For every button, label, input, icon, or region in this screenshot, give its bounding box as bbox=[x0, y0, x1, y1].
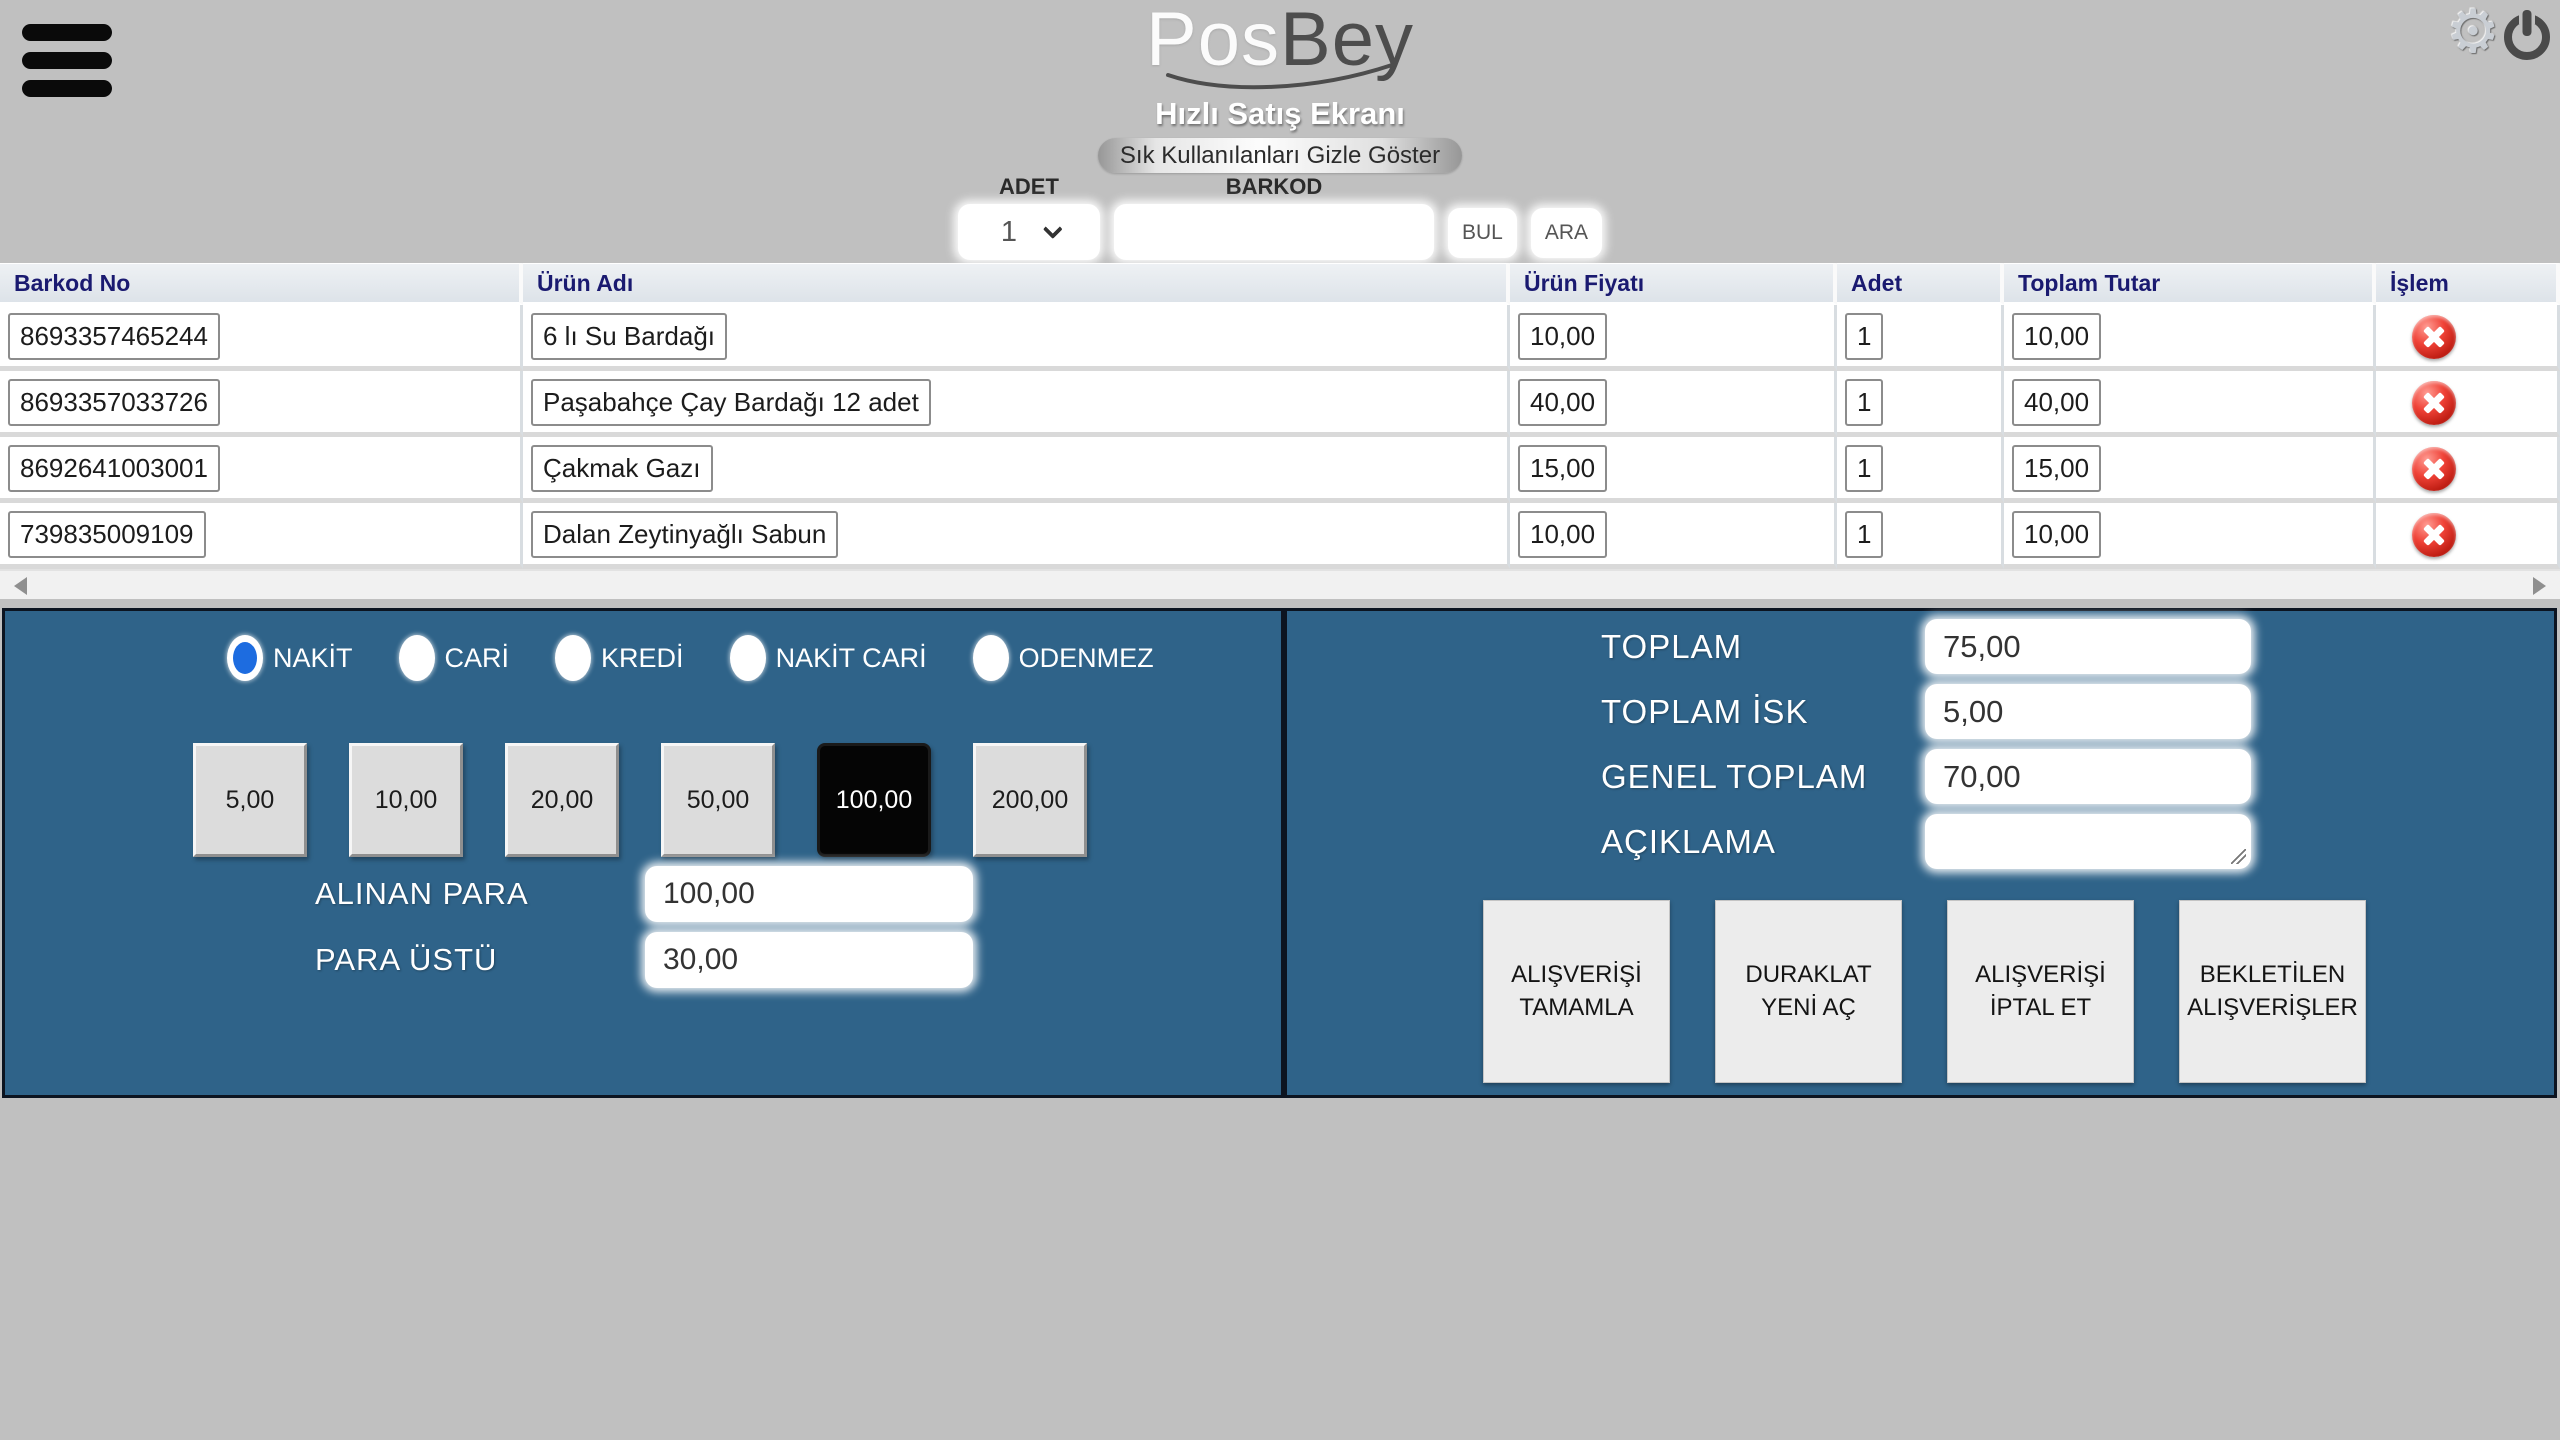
column-header-urun-adi: Ürün Adı bbox=[523, 263, 1510, 305]
payment-method-group: NAKİT CARİ KREDİ NAKİT CARİ ODENMEZ bbox=[227, 635, 1154, 681]
aciklama-textarea[interactable] bbox=[1925, 814, 2251, 869]
genel-toplam-label: GENEL TOPLAM bbox=[1601, 758, 1867, 796]
delete-row-icon[interactable] bbox=[2412, 315, 2456, 359]
barcode-input[interactable]: 8692641003001 bbox=[8, 445, 220, 492]
app-logo: PosBey bbox=[830, 0, 1730, 80]
barcode-input[interactable]: 8693357465244 bbox=[8, 313, 220, 360]
chevron-down-icon bbox=[1043, 219, 1063, 239]
cancel-sale-button[interactable]: ALIŞVERİŞİ İPTAL ET bbox=[1947, 900, 2134, 1083]
qty-input[interactable]: 1 bbox=[1845, 445, 1883, 492]
scroll-right-icon[interactable] bbox=[2533, 577, 2546, 595]
toplam-input[interactable]: 75,00 bbox=[1925, 619, 2251, 674]
alinan-para-input[interactable]: 100,00 bbox=[645, 866, 973, 922]
items-table: Barkod No Ürün Adı Ürün Fiyatı Adet Topl… bbox=[0, 263, 2560, 599]
qty-input[interactable]: 1 bbox=[1845, 511, 1883, 558]
column-header-urun-fiyati: Ürün Fiyatı bbox=[1510, 263, 1837, 305]
table-row: 8692641003001 Çakmak Gazı 15,00 1 15,00 bbox=[0, 437, 2560, 503]
denomination-button-20[interactable]: 20,00 bbox=[505, 743, 619, 857]
column-header-toplam-tutar: Toplam Tutar bbox=[2004, 263, 2376, 305]
radio-icon bbox=[973, 635, 1009, 681]
row-total-input[interactable]: 40,00 bbox=[2012, 379, 2101, 426]
para-ustu-label: PARA ÜSTÜ bbox=[315, 942, 645, 978]
logo-part-bey: Bey bbox=[1280, 0, 1414, 82]
para-ustu-input[interactable]: 30,00 bbox=[645, 932, 973, 988]
product-name-input[interactable]: Çakmak Gazı bbox=[531, 445, 713, 492]
hamburger-menu-icon[interactable] bbox=[22, 24, 112, 108]
held-sales-button[interactable]: BEKLETİLEN ALIŞVERİŞLER bbox=[2179, 900, 2366, 1083]
bul-button[interactable]: BUL bbox=[1448, 208, 1517, 258]
row-total-input[interactable]: 15,00 bbox=[2012, 445, 2101, 492]
alinan-para-label: ALINAN PARA bbox=[315, 876, 645, 912]
quick-sale-screen: ⚙ PosBey Hızlı Satış Ekranı Sık Kullanıl… bbox=[0, 0, 2560, 1440]
logo-part-pos: Pos bbox=[1146, 0, 1280, 82]
barcode-input[interactable]: 8693357033726 bbox=[8, 379, 220, 426]
pause-open-new-button[interactable]: DURAKLAT YENİ AÇ bbox=[1715, 900, 1902, 1083]
price-input[interactable]: 10,00 bbox=[1518, 511, 1607, 558]
adet-selected-value: 1 bbox=[1001, 216, 1017, 249]
column-header-barkod-no: Barkod No bbox=[0, 263, 523, 305]
table-row: 8693357033726 Paşabahçe Çay Bardağı 12 a… bbox=[0, 371, 2560, 437]
price-input[interactable]: 15,00 bbox=[1518, 445, 1607, 492]
radio-icon bbox=[730, 635, 766, 681]
favorites-toggle-button[interactable]: Sık Kullanılanları Gizle Göster bbox=[1098, 138, 1462, 173]
product-name-input[interactable]: Dalan Zeytinyağlı Sabun bbox=[531, 511, 838, 558]
gear-icon[interactable]: ⚙ bbox=[2446, 2, 2500, 62]
denomination-button-10[interactable]: 10,00 bbox=[349, 743, 463, 857]
product-name-input[interactable]: Paşabahçe Çay Bardağı 12 adet bbox=[531, 379, 931, 426]
barkod-input[interactable] bbox=[1114, 204, 1434, 260]
toplam-isk-label: TOPLAM İSK bbox=[1601, 693, 1808, 731]
denomination-group: 5,00 10,00 20,00 50,00 100,00 200,00 bbox=[193, 743, 1087, 857]
denomination-button-50[interactable]: 50,00 bbox=[661, 743, 775, 857]
table-row: 8693357465244 6 lı Su Bardağı 10,00 1 10… bbox=[0, 305, 2560, 371]
power-icon[interactable] bbox=[2504, 14, 2550, 60]
qty-input[interactable]: 1 bbox=[1845, 379, 1883, 426]
payment-method-nakit-cari[interactable]: NAKİT CARİ bbox=[730, 635, 927, 681]
table-row: 739835009109 Dalan Zeytinyağlı Sabun 10,… bbox=[0, 503, 2560, 569]
price-input[interactable]: 40,00 bbox=[1518, 379, 1607, 426]
barcode-input[interactable]: 739835009109 bbox=[8, 511, 206, 558]
radio-icon bbox=[227, 635, 263, 681]
payment-method-kredi[interactable]: KREDİ bbox=[555, 635, 684, 681]
denomination-button-5[interactable]: 5,00 bbox=[193, 743, 307, 857]
row-total-input[interactable]: 10,00 bbox=[2012, 511, 2101, 558]
price-input[interactable]: 10,00 bbox=[1518, 313, 1607, 360]
summary-panel: TOPLAM 75,00 TOPLAM İSK 5,00 GENEL TOPLA… bbox=[1284, 608, 2557, 1098]
delete-row-icon[interactable] bbox=[2412, 447, 2456, 491]
adet-select[interactable]: 1 bbox=[958, 204, 1100, 260]
page-title: Hızlı Satış Ekranı bbox=[830, 96, 1730, 132]
product-name-input[interactable]: 6 lı Su Bardağı bbox=[531, 313, 727, 360]
column-header-adet: Adet bbox=[1837, 263, 2004, 305]
action-button-group: ALIŞVERİŞİ TAMAMLA DURAKLAT YENİ AÇ ALIŞ… bbox=[1483, 900, 2366, 1083]
delete-row-icon[interactable] bbox=[2412, 513, 2456, 557]
payment-panel: NAKİT CARİ KREDİ NAKİT CARİ ODENMEZ 5,00… bbox=[2, 608, 1284, 1098]
resize-handle-icon[interactable] bbox=[2231, 849, 2246, 864]
column-header-islem: İşlem bbox=[2376, 263, 2560, 305]
barkod-label: BARKOD bbox=[1226, 174, 1323, 200]
adet-label: ADET bbox=[999, 174, 1059, 200]
qty-input[interactable]: 1 bbox=[1845, 313, 1883, 360]
complete-sale-button[interactable]: ALIŞVERİŞİ TAMAMLA bbox=[1483, 900, 1670, 1083]
delete-row-icon[interactable] bbox=[2412, 381, 2456, 425]
denomination-button-200[interactable]: 200,00 bbox=[973, 743, 1087, 857]
radio-icon bbox=[555, 635, 591, 681]
denomination-button-100[interactable]: 100,00 bbox=[817, 743, 931, 857]
toplam-isk-input[interactable]: 5,00 bbox=[1925, 684, 2251, 739]
genel-toplam-input[interactable]: 70,00 bbox=[1925, 749, 2251, 804]
toplam-label: TOPLAM bbox=[1601, 628, 1742, 666]
aciklama-label: AÇIKLAMA bbox=[1601, 823, 1776, 861]
payment-method-nakit[interactable]: NAKİT bbox=[227, 635, 353, 681]
table-horizontal-scrollbar[interactable] bbox=[0, 569, 2560, 599]
ara-button[interactable]: ARA bbox=[1531, 208, 1602, 258]
table-header-row: Barkod No Ürün Adı Ürün Fiyatı Adet Topl… bbox=[0, 263, 2560, 305]
radio-icon bbox=[399, 635, 435, 681]
scroll-left-icon[interactable] bbox=[14, 577, 27, 595]
row-total-input[interactable]: 10,00 bbox=[2012, 313, 2101, 360]
payment-method-cari[interactable]: CARİ bbox=[399, 635, 510, 681]
payment-method-odenmez[interactable]: ODENMEZ bbox=[973, 635, 1154, 681]
